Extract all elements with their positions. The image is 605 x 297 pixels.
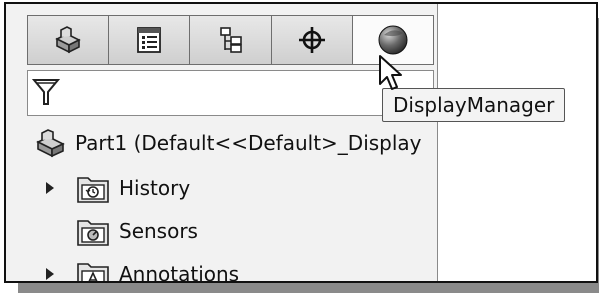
tab-property-manager[interactable] (109, 16, 191, 64)
mouse-cursor-icon (379, 55, 402, 90)
tab-feature-manager[interactable] (28, 16, 110, 64)
tab-dimxpert-manager[interactable] (271, 16, 353, 64)
screenshot-frame: Part1 (Default<<Default>_Display History (4, 2, 598, 283)
filter-bar[interactable] (27, 70, 434, 116)
configuration-manager-icon (219, 27, 242, 53)
tab-configuration-manager[interactable] (190, 16, 272, 64)
property-manager-icon (137, 27, 162, 53)
annotations-folder-icon (77, 263, 109, 281)
expand-arrow-icon[interactable] (45, 181, 55, 195)
tree-item-history[interactable]: History (76, 172, 190, 204)
tree-item-annotations[interactable]: Annotations (76, 258, 239, 281)
tree-item-label: History (119, 176, 191, 200)
history-folder-icon (77, 177, 109, 203)
expand-arrow-icon[interactable] (45, 267, 55, 281)
feature-manager-panel: Part1 (Default<<Default>_Display History (6, 4, 438, 281)
manager-tabs (27, 15, 434, 65)
tree-root-label: Part1 (Default<<Default>_Display (75, 131, 422, 155)
part-icon (36, 129, 65, 158)
dimxpert-manager-icon (298, 27, 325, 53)
part-icon (55, 26, 81, 54)
tree-root-part[interactable]: Part1 (Default<<Default>_Display (35, 128, 422, 158)
tooltip-display-manager: DisplayManager (382, 88, 566, 122)
tree-item-sensors[interactable]: Sensors (76, 215, 198, 247)
filter-icon[interactable] (32, 77, 60, 107)
tree-item-label: Annotations (119, 262, 240, 281)
tree-item-label: Sensors (119, 219, 198, 243)
display-manager-icon (378, 25, 408, 55)
sensors-folder-icon (77, 220, 109, 246)
